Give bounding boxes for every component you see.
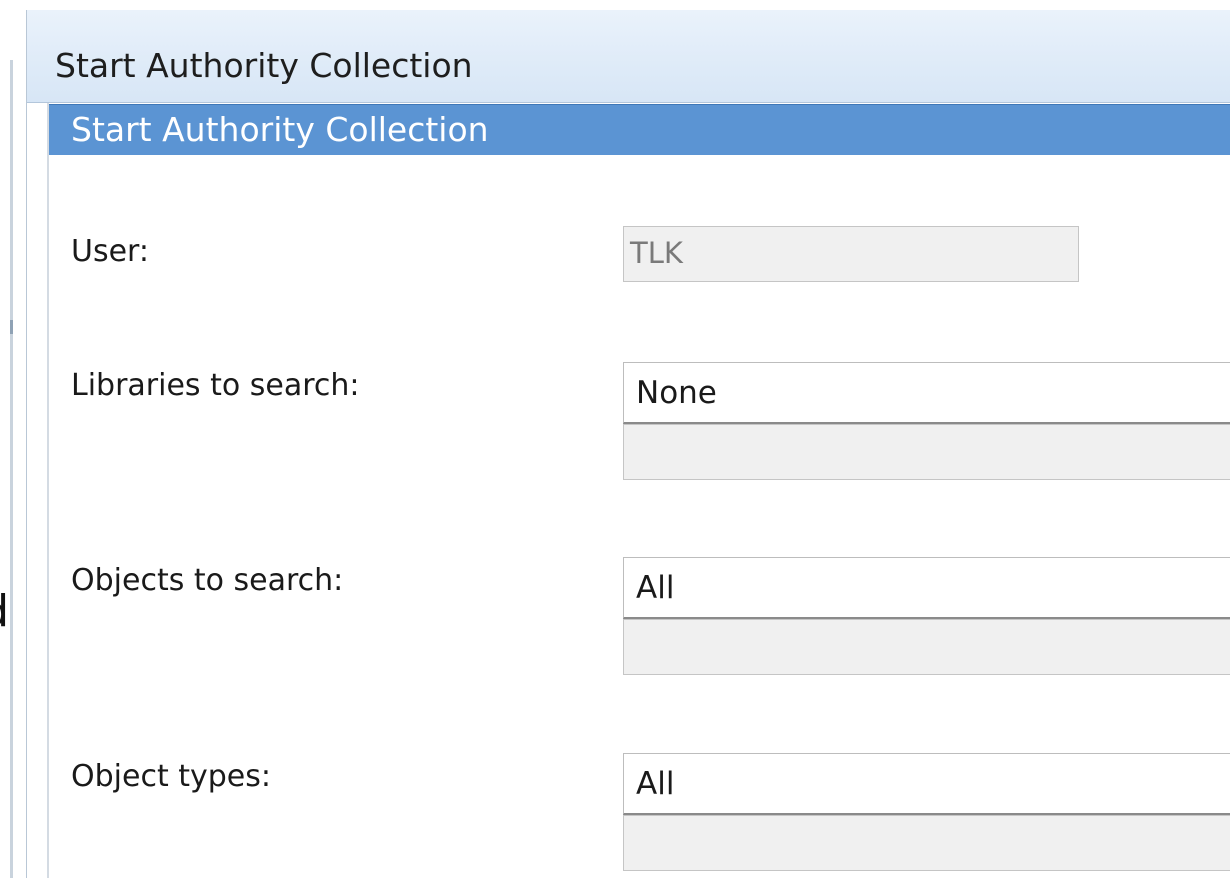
background-window-mark — [10, 320, 13, 334]
background-window — [0, 0, 26, 878]
objects-to-search-label: Objects to search: — [71, 563, 344, 598]
object-types-select[interactable]: All — [623, 753, 1230, 815]
dialog-title: Start Authority Collection — [55, 46, 473, 85]
libraries-to-search-label: Libraries to search: — [71, 368, 360, 403]
background-window-text-fragment: d — [0, 586, 9, 638]
user-field: TLK — [623, 226, 1079, 282]
libraries-to-search-entry — [623, 424, 1230, 480]
object-types-entry — [623, 815, 1230, 871]
user-label: User: — [71, 234, 149, 269]
objects-to-search-entry — [623, 619, 1230, 675]
dialog-titlebar[interactable]: Start Authority Collection — [27, 10, 1230, 103]
object-types-label: Object types: — [71, 759, 271, 794]
panel-header: Start Authority Collection — [49, 104, 1230, 155]
panel-header-title: Start Authority Collection — [71, 110, 489, 149]
start-authority-collection-dialog: Start Authority Collection Start Authori… — [26, 10, 1230, 878]
objects-to-search-select[interactable]: All — [623, 557, 1230, 619]
form-panel: Start Authority Collection User: TLK Lib… — [47, 103, 1230, 878]
background-window-edge — [10, 60, 13, 878]
libraries-to-search-select[interactable]: None — [623, 362, 1230, 424]
screen: d Start Authority Collection Start Autho… — [0, 0, 1230, 878]
